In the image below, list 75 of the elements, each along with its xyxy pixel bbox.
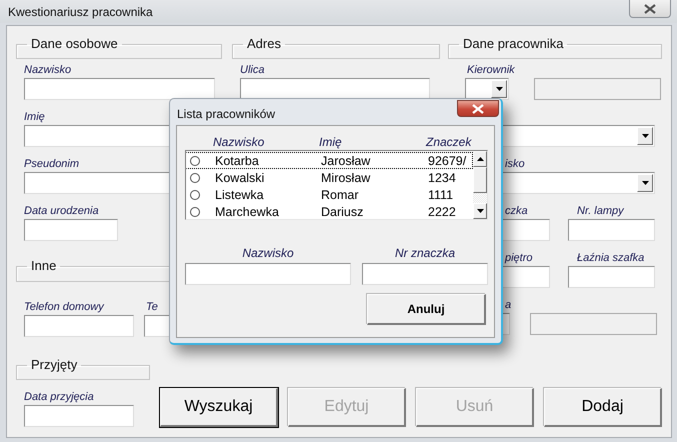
action-button[interactable]: Wyszukaj <box>160 388 278 427</box>
radio-button[interactable] <box>190 206 200 216</box>
group-title: Adres <box>246 37 282 51</box>
first-name-cell-text: Mirosław <box>321 170 372 184</box>
input-field[interactable] <box>24 405 134 427</box>
field-label: Nr znaczka <box>394 246 456 260</box>
input-field[interactable] <box>24 78 215 100</box>
field-label: Data przyjęcia <box>24 391 94 403</box>
input-field[interactable] <box>568 266 655 288</box>
column-header: Imię <box>319 135 343 150</box>
scroll-thumb[interactable] <box>473 167 487 193</box>
field-label: a <box>505 299 512 311</box>
surname-cell-text: Kotarba <box>215 154 260 168</box>
list-row[interactable]: Kotarba Jarosław 92679/ <box>186 152 473 169</box>
input-field[interactable] <box>362 263 488 285</box>
field-label: Imię <box>24 111 45 123</box>
list-row[interactable]: Marchewka Dariusz 2222 <box>186 203 473 220</box>
dropdown-arrow-icon <box>642 181 648 185</box>
cancel-button[interactable]: Anuluj <box>367 294 486 325</box>
surname-cell-text: Listewka <box>215 188 265 202</box>
field-label: Kierownik <box>467 64 515 76</box>
column-header: Znaczek <box>426 135 470 150</box>
input-field[interactable] <box>240 78 430 100</box>
close-icon <box>472 104 484 114</box>
first-name-cell-text: Jarosław <box>321 154 372 168</box>
down-arrow-icon <box>476 209 484 213</box>
field-label: Nazwisko <box>242 246 294 260</box>
window-title: Kwestionariusz pracownika <box>7 4 153 19</box>
group-title: Inne <box>30 259 58 273</box>
field-label: Ulica <box>240 64 264 76</box>
scrollbar[interactable] <box>473 151 487 219</box>
group-title: Dane osobowe <box>30 37 119 51</box>
dialog-title: Lista pracowników <box>176 106 276 121</box>
action-button[interactable]: Dodaj <box>544 388 662 427</box>
radio-button[interactable] <box>190 190 200 200</box>
employee-list[interactable]: Kotarba Jarosław 92679/ Kowalski Mirosław 1234 Listewka Romar 1111 Marchewka Dariusz 2222 <box>185 150 488 220</box>
badge-cell-text: 1111 <box>428 188 454 202</box>
input-field[interactable] <box>185 263 351 285</box>
list-row[interactable]: Listewka Romar 1111 <box>186 186 473 203</box>
radio-button[interactable] <box>190 172 200 182</box>
list-row[interactable]: Kowalski Mirosław 1234 <box>186 169 473 186</box>
input-field[interactable] <box>568 219 655 241</box>
surname-cell-text: Marchewka <box>215 204 280 218</box>
badge-cell-text: 92679/ <box>428 154 468 168</box>
badge-cell-text: 1234 <box>428 170 457 184</box>
field-label: czka <box>505 205 528 217</box>
dropdown-arrow-icon <box>496 87 502 91</box>
column-header: Nazwisko <box>213 135 266 150</box>
field-label: Nazwisko <box>24 64 72 76</box>
close-icon <box>644 4 656 14</box>
field-label: Data urodzenia <box>24 205 99 217</box>
surname-cell-text: Kowalski <box>215 170 266 184</box>
radio-button[interactable] <box>190 156 200 166</box>
dropdown[interactable] <box>465 78 509 100</box>
scroll-up-button[interactable] <box>473 151 487 167</box>
field-label: Te <box>146 301 158 313</box>
group-title: Przyjęty <box>30 358 78 372</box>
input-field[interactable] <box>24 219 118 241</box>
up-arrow-icon <box>476 157 484 161</box>
dropdown-arrow-icon <box>642 134 648 138</box>
close-button[interactable] <box>457 100 499 117</box>
input-field[interactable] <box>24 315 134 337</box>
group-title: Dane pracownika <box>462 37 564 51</box>
field-label: Telefon domowy <box>24 301 104 313</box>
first-name-cell-text: Dariusz <box>321 204 364 218</box>
close-button[interactable] <box>629 0 671 18</box>
first-name-cell-text: Romar <box>321 188 360 202</box>
field-label: Łaźnia szafka <box>577 252 644 264</box>
field-label: Pseudonim <box>24 158 80 170</box>
field-label: piętro <box>505 252 533 264</box>
field-label: Nr. lampy <box>577 205 624 217</box>
badge-cell-text: 2222 <box>428 204 457 218</box>
field-label: isko <box>505 158 525 170</box>
scroll-track[interactable] <box>473 193 487 203</box>
scroll-down-button[interactable] <box>473 203 487 219</box>
